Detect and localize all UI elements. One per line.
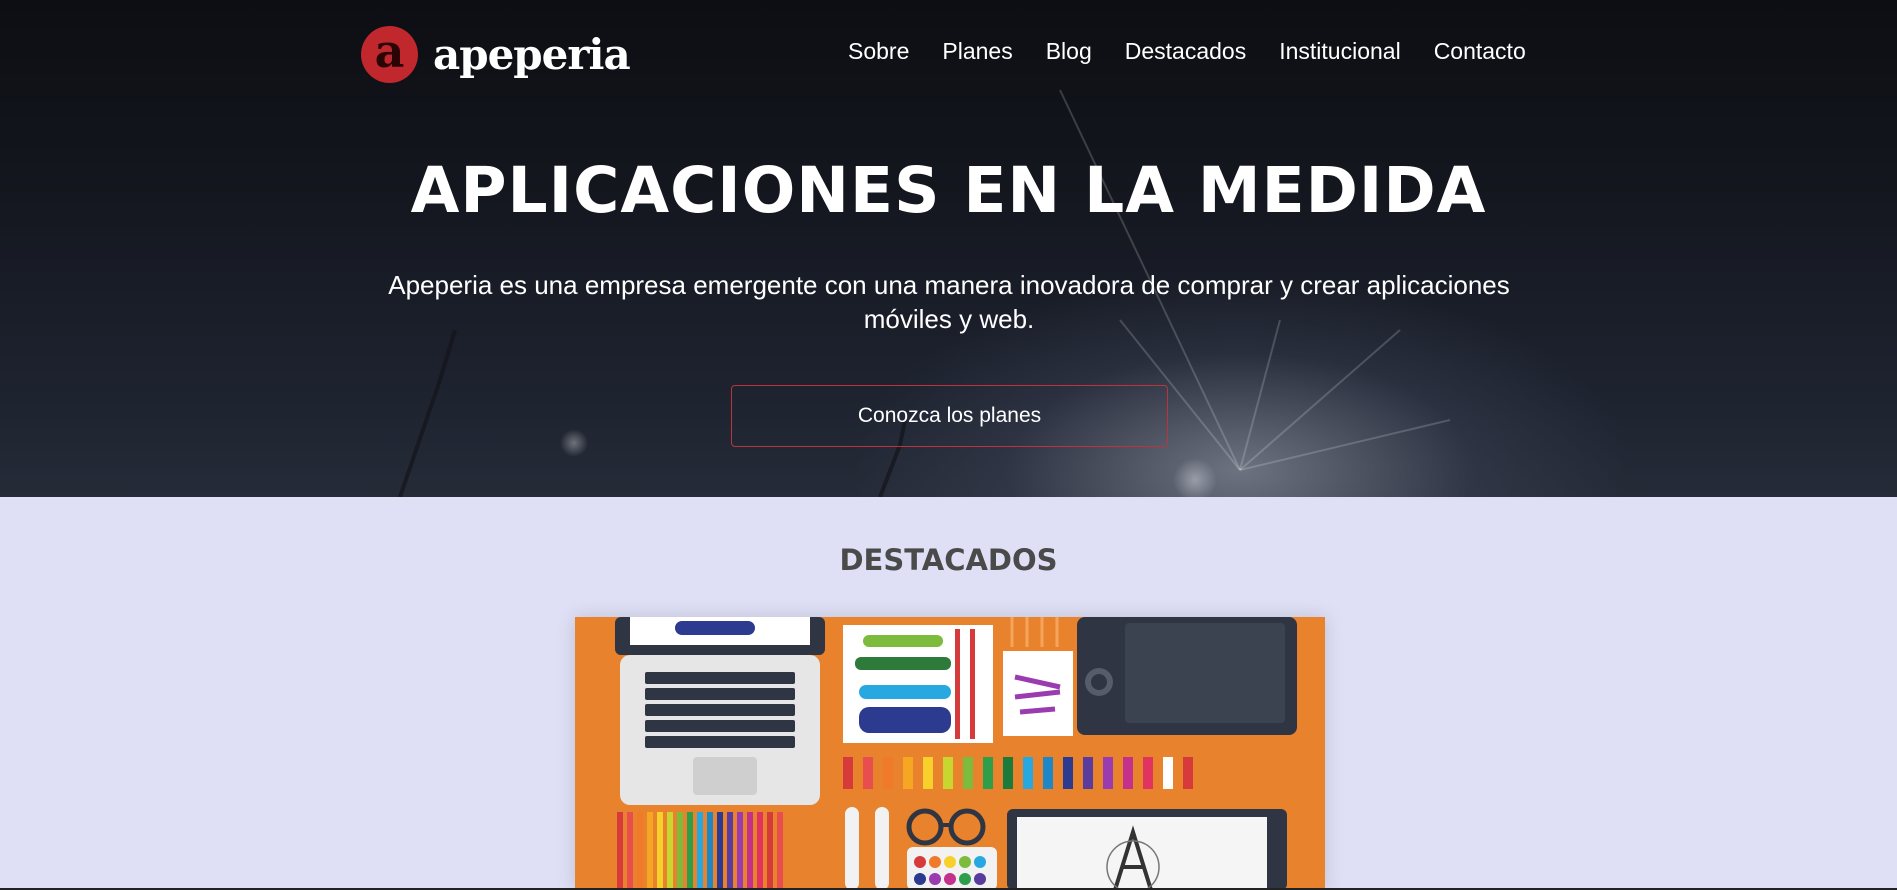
nav-link-planes[interactable]: Planes	[942, 38, 1012, 65]
nav-link-destacados[interactable]: Destacados	[1125, 38, 1246, 65]
designer-desk-illustration-icon	[615, 617, 1297, 890]
featured-section-title: DESTACADOS	[839, 543, 1058, 577]
logo-icon: a	[361, 26, 418, 83]
nav-link-contacto[interactable]: Contacto	[1434, 38, 1526, 65]
nav-link-institucional[interactable]: Institucional	[1279, 38, 1400, 65]
featured-image[interactable]	[575, 617, 1325, 890]
nav-link-sobre[interactable]: Sobre	[848, 38, 909, 65]
main-nav: Sobre Planes Blog Destacados Institucion…	[848, 38, 1559, 65]
brand-logo[interactable]: a apeperia	[361, 26, 631, 83]
view-plans-button[interactable]: Conozca los planes	[731, 385, 1168, 447]
hero-subtitle: Apeperia es una empresa emergente con un…	[388, 270, 1510, 334]
hero-section: a apeperia Sobre Planes Blog Destacados …	[0, 0, 1897, 497]
hero-title: APLICACIONES EN LA MEDIDA	[410, 154, 1487, 227]
nav-link-blog[interactable]: Blog	[1046, 38, 1092, 65]
logo-text: apeperia	[433, 30, 631, 79]
